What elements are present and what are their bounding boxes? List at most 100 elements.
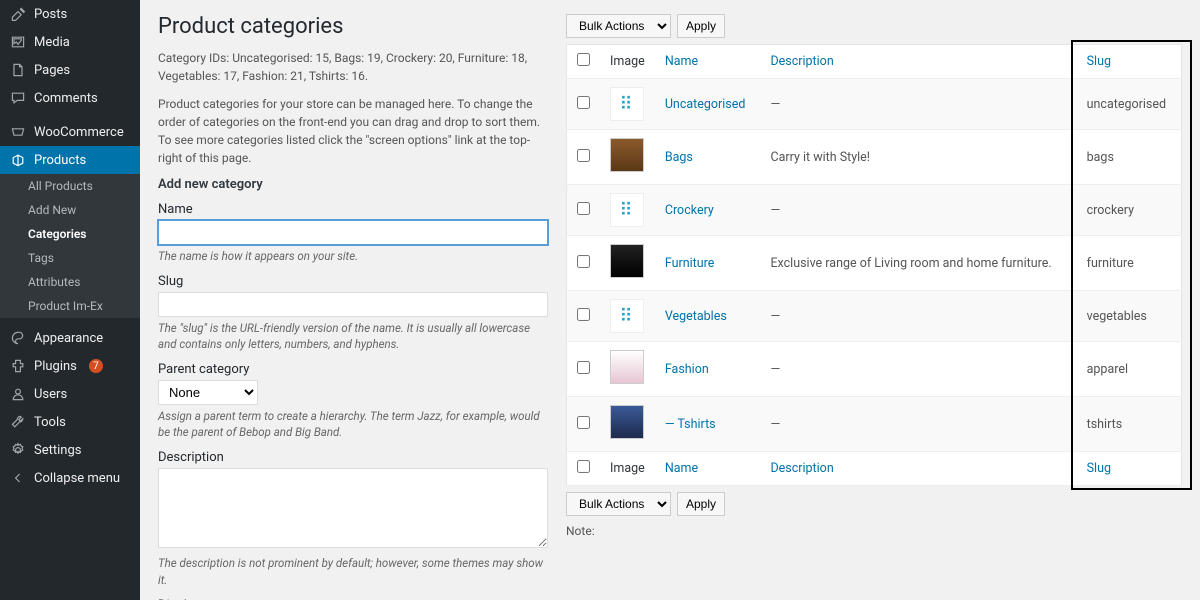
- col-name[interactable]: Name: [655, 45, 761, 79]
- col-description[interactable]: Description: [760, 45, 1076, 79]
- sidebar-item-label: WooCommerce: [34, 125, 124, 140]
- media-icon: [10, 34, 26, 50]
- description-hint: The description is not prominent by defa…: [158, 555, 548, 587]
- bulk-actions-bottom: Bulk Actions Apply: [566, 492, 1182, 516]
- row-checkbox[interactable]: [577, 96, 590, 109]
- sidebar-sub-tags[interactable]: Tags: [0, 246, 140, 270]
- sidebar-item-label: Users: [34, 387, 67, 402]
- table-footer-row: Image Name Description Slug: [567, 452, 1182, 486]
- category-name-link[interactable]: Vegetables: [665, 309, 727, 324]
- sidebar-item-label: Pages: [34, 63, 70, 78]
- category-name-link[interactable]: Bags: [665, 150, 693, 165]
- col-image[interactable]: Image: [600, 45, 655, 79]
- col-slug[interactable]: Slug: [1077, 45, 1182, 79]
- sidebar-sub-attributes[interactable]: Attributes: [0, 270, 140, 294]
- category-description: Exclusive range of Living room and home …: [760, 236, 1076, 291]
- sidebar-item-label: Collapse menu: [34, 471, 120, 486]
- sidebar-item-settings[interactable]: Settings: [0, 436, 140, 464]
- sidebar-item-label: Posts: [34, 7, 67, 22]
- sidebar-item-label: Products: [34, 153, 86, 168]
- category-thumb: [610, 244, 644, 278]
- description-label: Description: [158, 450, 548, 465]
- parent-select[interactable]: None: [158, 380, 258, 405]
- category-description: —: [760, 342, 1076, 397]
- select-all-checkbox-bottom[interactable]: [577, 460, 590, 473]
- bulk-apply-button-bottom[interactable]: Apply: [677, 492, 725, 516]
- col-image-foot[interactable]: Image: [600, 452, 655, 486]
- categories-table: Image Name Description Slug ⠿Uncategoris…: [566, 44, 1182, 486]
- category-slug: apparel: [1077, 342, 1182, 397]
- category-description: —: [760, 291, 1076, 342]
- col-name-foot[interactable]: Name: [655, 452, 761, 486]
- page-title: Product categories: [158, 14, 548, 39]
- tool-icon: [10, 414, 26, 430]
- category-thumb: [610, 138, 644, 172]
- slug-input[interactable]: [158, 292, 548, 317]
- sidebar-item-label: Appearance: [34, 331, 103, 346]
- sidebar-sub-product-im-ex[interactable]: Product Im-Ex: [0, 294, 140, 318]
- bulk-actions-top: Bulk Actions Apply: [566, 14, 1182, 38]
- appearance-icon: [10, 330, 26, 346]
- main-content: Product categories Category IDs: Uncateg…: [140, 0, 1200, 600]
- category-name-link[interactable]: Fashion: [665, 362, 709, 377]
- row-checkbox[interactable]: [577, 255, 590, 268]
- category-thumb: [610, 405, 644, 439]
- row-checkbox[interactable]: [577, 202, 590, 215]
- table-row: ⠿Crockery—crockery: [567, 185, 1182, 236]
- sidebar-item-products[interactable]: Products: [0, 146, 140, 174]
- table-header-row: Image Name Description Slug: [567, 45, 1182, 79]
- settings-icon: [10, 442, 26, 458]
- woo-icon: [10, 124, 26, 140]
- collapse-icon: [10, 470, 26, 486]
- sidebar-sub-add-new[interactable]: Add New: [0, 198, 140, 222]
- sidebar-item-pages[interactable]: Pages: [0, 56, 140, 84]
- sidebar-item-label: Comments: [34, 91, 98, 106]
- sidebar-item-tools[interactable]: Tools: [0, 408, 140, 436]
- category-slug: tshirts: [1077, 397, 1182, 452]
- sidebar-sub-all-products[interactable]: All Products: [0, 174, 140, 198]
- bulk-apply-button[interactable]: Apply: [677, 14, 725, 38]
- note-label: Note:: [566, 524, 1182, 538]
- category-slug: crockery: [1077, 185, 1182, 236]
- sidebar-item-appearance[interactable]: Appearance: [0, 324, 140, 352]
- slug-hint: The "slug" is the URL-friendly version o…: [158, 320, 548, 352]
- table-row: Fashion —apparel: [567, 342, 1182, 397]
- sidebar-sub-categories[interactable]: Categories: [0, 222, 140, 246]
- row-checkbox[interactable]: [577, 308, 590, 321]
- row-checkbox[interactable]: [577, 149, 590, 162]
- bulk-actions-select-bottom[interactable]: Bulk Actions: [566, 492, 671, 516]
- name-label: Name: [158, 202, 548, 217]
- category-name-link[interactable]: — Tshirts: [665, 417, 716, 432]
- product-icon: [10, 152, 26, 168]
- sidebar-item-collapse-menu[interactable]: Collapse menu: [0, 464, 140, 492]
- name-hint: The name is how it appears on your site.: [158, 248, 548, 264]
- page-icon: [10, 62, 26, 78]
- update-badge: 7: [89, 359, 103, 373]
- col-description-foot[interactable]: Description: [760, 452, 1076, 486]
- comment-icon: [10, 90, 26, 106]
- sidebar-item-label: Media: [34, 35, 70, 50]
- category-description: —: [760, 397, 1076, 452]
- category-name-link[interactable]: Uncategorised: [665, 97, 746, 112]
- category-ids-line: Category IDs: Uncategorised: 15, Bags: 1…: [158, 49, 548, 85]
- sidebar-item-comments[interactable]: Comments: [0, 84, 140, 112]
- sidebar-item-media[interactable]: Media: [0, 28, 140, 56]
- row-checkbox[interactable]: [577, 361, 590, 374]
- select-all-checkbox[interactable]: [577, 53, 590, 66]
- bulk-actions-select[interactable]: Bulk Actions: [566, 14, 671, 38]
- sidebar-item-plugins[interactable]: Plugins7: [0, 352, 140, 380]
- description-textarea[interactable]: [158, 468, 548, 548]
- col-slug-foot[interactable]: Slug: [1077, 452, 1182, 486]
- table-row: BagsCarry it with Style!bags: [567, 130, 1182, 185]
- sidebar-item-posts[interactable]: Posts: [0, 0, 140, 28]
- row-checkbox[interactable]: [577, 416, 590, 429]
- name-input[interactable]: [158, 220, 548, 245]
- plugin-icon: [10, 358, 26, 374]
- sidebar-item-users[interactable]: Users: [0, 380, 140, 408]
- intro-text: Product categories for your store can be…: [158, 95, 548, 167]
- sidebar-item-label: Settings: [34, 443, 81, 458]
- slug-label: Slug: [158, 274, 548, 289]
- sidebar-item-woocommerce[interactable]: WooCommerce: [0, 118, 140, 146]
- category-name-link[interactable]: Crockery: [665, 203, 714, 218]
- category-name-link[interactable]: Furniture: [665, 256, 715, 271]
